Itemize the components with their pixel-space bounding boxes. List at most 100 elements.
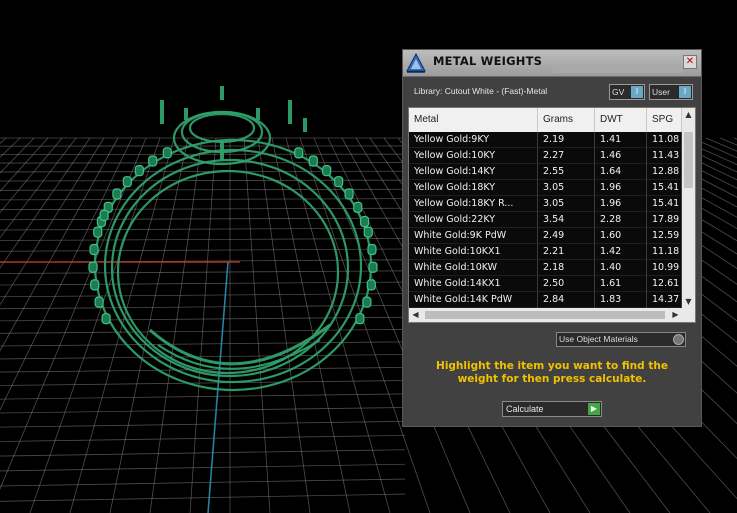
cell-grams: 3.05 [538,180,595,196]
header-metal[interactable]: Metal [409,108,538,132]
table-row[interactable]: White Gold:14KX1 2.50 1.61 12.61 [409,276,682,292]
table-row[interactable]: White Gold:14K PdW 2.84 1.83 14.37 [409,292,682,308]
cell-grams: 3.05 [538,196,595,212]
cell-dwt: 1.42 [595,244,647,260]
calculate-label: Calculate [506,404,544,414]
setting-head-top [188,112,256,144]
table-header: Metal Grams DWT SPG [409,108,682,132]
use-object-materials-select[interactable]: Use Object Materials [556,332,686,347]
cell-grams: 2.55 [538,164,595,180]
user-select-label: User [652,87,670,97]
cell-dwt: 1.60 [595,228,647,244]
scroll-thumb-horizontal[interactable] [425,311,665,319]
scroll-down-icon[interactable]: ▼ [682,295,695,308]
shank-bead [368,261,378,273]
shank-bead [134,165,144,177]
table-row[interactable]: White Gold:9K PdW 2.49 1.60 12.59 [409,228,682,244]
shank-bead [334,176,344,188]
gv-select[interactable]: GV I [609,84,645,100]
shank-bead [89,243,99,256]
setting-prongs [184,86,260,160]
cell-metal: White Gold:10KX1 [409,244,538,260]
vertical-scrollbar[interactable]: ▲ ▼ [682,108,695,308]
shank-bead [322,165,332,177]
play-arrow-icon: ▶ [588,403,600,415]
table-row[interactable]: Yellow Gold:14KY 2.55 1.64 12.88 [409,164,682,180]
close-button[interactable]: ✕ [683,55,697,69]
table-row[interactable]: Yellow Gold:22KY 3.54 2.28 17.89 [409,212,682,228]
shank-bead [367,243,377,256]
cell-dwt: 2.28 [595,212,647,228]
close-icon: ✕ [685,56,695,67]
cell-spg: 10.99 [647,260,682,276]
toggle-knob-icon[interactable] [673,334,684,345]
header-grams[interactable]: Grams [538,108,595,132]
shank-bead [359,215,370,228]
cell-grams: 3.54 [538,212,595,228]
user-dropdown-icon[interactable]: I [679,86,691,98]
cell-metal: Yellow Gold:9KY [409,132,538,148]
scroll-right-icon[interactable]: ▶ [669,308,682,322]
metal-weights-panel: METAL WEIGHTS ✕ Library: Cutout White - … [402,49,702,427]
cell-dwt: 1.46 [595,148,647,164]
cell-metal: Yellow Gold:22KY [409,212,538,228]
cell-spg: 15.41 [647,196,682,212]
table-row[interactable]: Yellow Gold:18KY 3.05 1.96 15.41 [409,180,682,196]
shank-bead [88,261,98,273]
shank-bead [355,313,365,325]
ring-band-outer [93,138,373,392]
cell-metal: White Gold:14K PdW [409,292,538,308]
shank-bead [294,147,304,159]
shank-bead [363,226,373,238]
cell-metal: Yellow Gold:10KY [409,148,538,164]
scroll-left-icon[interactable]: ◀ [409,308,422,322]
table-row[interactable]: White Gold:10KW 2.18 1.40 10.99 [409,260,682,276]
cell-metal: Yellow Gold:18KY R... [409,196,538,212]
cell-spg: 12.59 [647,228,682,244]
cell-grams: 2.18 [538,260,595,276]
shank-bead [366,279,376,291]
shank-bead [148,155,158,167]
metal-table[interactable]: Metal Grams DWT SPG Yellow Gold:9KY 2.19 1… [408,107,696,323]
user-select[interactable]: User I [649,84,693,100]
cell-metal: White Gold:10KW [409,260,538,276]
shank-bead [344,188,354,200]
cell-spg: 12.61 [647,276,682,292]
shank-bead [112,188,122,200]
table-row[interactable]: White Gold:10KX1 2.21 1.42 11.18 [409,244,682,260]
gv-dropdown-icon[interactable]: I [631,86,643,98]
title-strip [553,68,683,73]
table-row[interactable]: Yellow Gold:9KY 2.19 1.41 11.08 [409,132,682,148]
cell-dwt: 1.96 [595,180,647,196]
cell-grams: 2.21 [538,244,595,260]
cell-grams: 2.27 [538,148,595,164]
table-row[interactable]: Yellow Gold:10KY 2.27 1.46 11.43 [409,148,682,164]
cell-spg: 12.88 [647,164,682,180]
cell-dwt: 1.96 [595,196,647,212]
table-row[interactable]: Yellow Gold:18KY R... 3.05 1.96 15.41 [409,196,682,212]
header-dwt[interactable]: DWT [595,108,647,132]
table-body: Yellow Gold:9KY 2.19 1.41 11.08 Yellow Gold:… [409,132,682,308]
cell-spg: 14.37 [647,292,682,308]
header-spg[interactable]: SPG [647,108,682,132]
instruction-text: Highlight the item you want to find the … [436,360,668,385]
calculate-button[interactable]: Calculate ▶ [502,401,602,417]
panel-titlebar[interactable]: METAL WEIGHTS ✕ [403,50,701,77]
cell-dwt: 1.40 [595,260,647,276]
shank-bead [90,279,100,291]
cell-grams: 2.50 [538,276,595,292]
cell-dwt: 1.64 [595,164,647,180]
cell-spg: 11.43 [647,148,682,164]
ring-band-mid [103,148,363,384]
horizontal-scrollbar[interactable]: ◀ ▶ [409,308,695,322]
cell-grams: 2.19 [538,132,595,148]
cell-spg: 15.41 [647,180,682,196]
shank-bead [122,176,132,188]
scroll-thumb-vertical[interactable] [684,132,693,188]
cell-dwt: 1.41 [595,132,647,148]
shank-bead [101,313,111,325]
cell-metal: White Gold:9K PdW [409,228,538,244]
app-logo-icon [406,52,426,73]
shank-bead [308,155,318,167]
scroll-up-icon[interactable]: ▲ [682,108,695,121]
